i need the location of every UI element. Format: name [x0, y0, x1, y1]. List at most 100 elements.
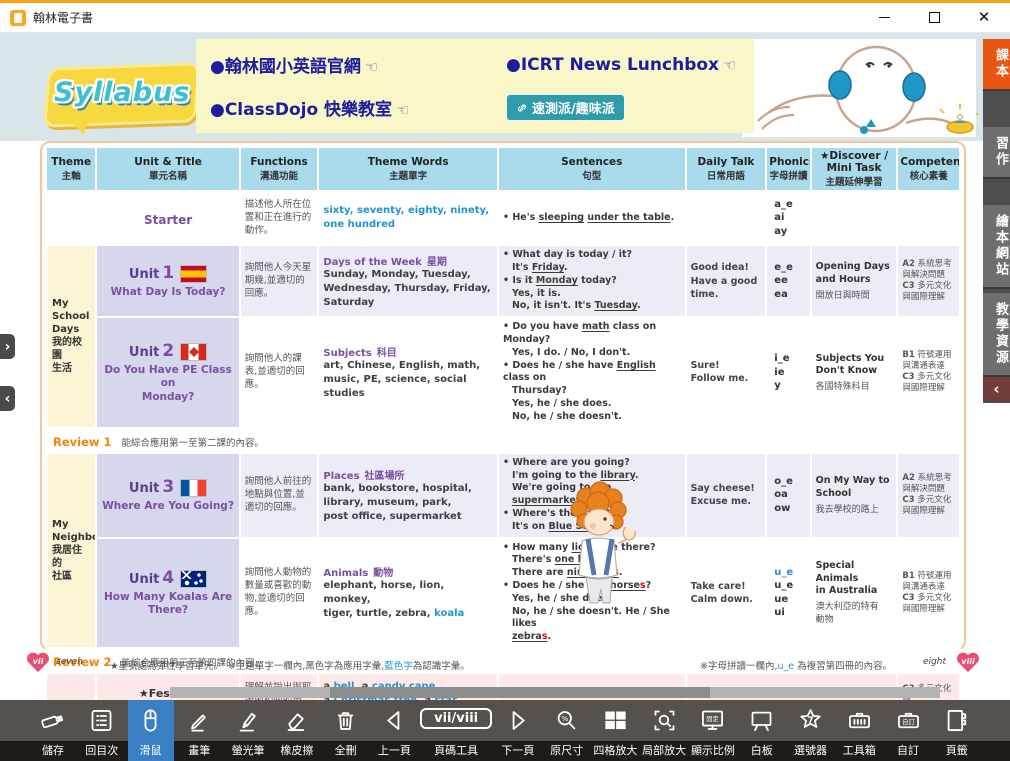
custom-icon: 自訂: [895, 707, 922, 734]
four-grid-zoom-button[interactable]: 四格放大: [592, 700, 638, 761]
sentences-cell: • What day is today / it?It's Friday.• I…: [498, 245, 686, 317]
daily-talk-cell: Take care! Calm down.: [686, 538, 767, 649]
pen-tool-button[interactable]: 畫筆: [176, 700, 222, 761]
phonics-cell: a_e ai ay: [766, 191, 810, 245]
boy-character-image: [552, 481, 644, 611]
number-picker-button[interactable]: 7選號器: [787, 700, 833, 761]
functions-cell: 詢問他人今天星期幾,並適切的回應。: [240, 245, 319, 317]
partial-zoom-button[interactable]: 局部放大: [641, 700, 687, 761]
phonics-cell: o_e oa ow: [766, 453, 810, 538]
whiteboard-button[interactable]: 白板: [739, 700, 785, 761]
page-indicator[interactable]: vii/viii: [420, 708, 492, 729]
sentences-cell: • He's sleeping under the table.: [498, 191, 686, 245]
next-page-button[interactable]: 下一頁: [495, 700, 541, 761]
unit-cell-2: Unit2Do You Have PE Class on Monday?: [96, 317, 239, 428]
clear-all-icon: [332, 707, 359, 734]
theme-group-cell: My School Days 我的校園 生活: [46, 245, 96, 428]
discover-cell: Subjects You Don't Know各國特殊科目: [811, 317, 898, 428]
footer-notes: vii seven ★星號處為彈性學習單元。 ※主題單字一欄內,黑色字為應用字彙…: [0, 653, 1010, 677]
toc-icon: [88, 707, 115, 734]
daily-talk-cell: Say cheese! Excuse me.: [686, 453, 767, 538]
review-row-cell: Review 1能綜合應用第一至第二課的內容。: [46, 428, 960, 453]
clear-all-button[interactable]: 全刪: [323, 700, 369, 761]
window-titlebar: 翰林電子書 ✕: [0, 3, 1010, 33]
unit-cell-1: Unit1What Day Is Today?: [96, 245, 239, 317]
page-tabs-button[interactable]: 頁籤: [934, 700, 980, 761]
robot-mascot-image: [748, 35, 978, 139]
four-grid-zoom-icon: [602, 707, 629, 734]
highlighter-tool-button[interactable]: 螢光筆: [225, 700, 271, 761]
mouse-tool-button[interactable]: 滑鼠: [128, 700, 174, 761]
expand-panel-button[interactable]: ›: [0, 334, 15, 359]
maximize-button[interactable]: [926, 10, 942, 26]
toolbox-icon: [846, 707, 873, 734]
partial-zoom-icon: [651, 707, 678, 734]
column-header-5: Sentences句型: [498, 147, 686, 191]
toc-button[interactable]: 回目次: [79, 700, 125, 761]
prev-page-button[interactable]: 上一頁: [371, 700, 417, 761]
pointer-hand-icon: ☜: [396, 101, 409, 119]
eraser-tool-button[interactable]: 橡皮擦: [274, 700, 320, 761]
quiz-link-button[interactable]: 速測派/趣味派: [506, 94, 625, 121]
side-tab-3[interactable]: 繪本網站: [983, 205, 1010, 289]
daily-talk-cell: [686, 191, 767, 245]
link-icrt-news-lunchbox[interactable]: ●ICRT News Lunchbox☜: [506, 55, 740, 75]
save-button[interactable]: 儲存: [30, 700, 76, 761]
functions-cell: 詢問他人前往的地點與位置,並適切的回應。: [240, 453, 319, 538]
theme-words-cell: Subjects科目art, Chinese, English, math, m…: [318, 317, 498, 428]
display-ratio-button[interactable]: 固定顯示比例: [690, 700, 736, 761]
discover-cell: [811, 191, 898, 245]
original-size-icon: %: [553, 707, 580, 734]
note-left: ★星號處為彈性學習單元。 ※主題單字一欄內,黑色字為應用字彙,藍色字為認識字彙。: [110, 658, 470, 672]
side-tab-1[interactable]: 課本: [983, 39, 1010, 91]
table-header-row: Theme主軸Unit & Title單元名稱Functions溝通功能Them…: [46, 147, 960, 191]
main-area: Syllabus ●翰林國小英語官網☜ ●ICRT News Lunchbox☜…: [0, 33, 1010, 700]
app-logo-icon: [10, 10, 26, 26]
table-row-1: Starter描述他人所在位置和正在進行的動作。sixty, seventy, …: [46, 191, 960, 245]
window-title: 翰林電子書: [33, 9, 876, 26]
table-row-2: My School Days 我的校園 生活Unit1What Day Is T…: [46, 245, 960, 317]
pointer-hand-icon: ☜: [365, 58, 378, 76]
scrollbar-thumb[interactable]: [330, 687, 710, 698]
side-tabs-collapse-button[interactable]: ‹: [983, 377, 1010, 401]
svg-text:7: 7: [808, 715, 814, 725]
minimize-button[interactable]: [876, 10, 892, 26]
page-number-tool[interactable]: vii/viii頁碼工具: [420, 700, 492, 761]
page-heart-left: vii: [26, 653, 50, 674]
original-size-button[interactable]: %原尺寸: [544, 700, 590, 761]
close-button[interactable]: ✕: [976, 10, 992, 26]
discover-cell: Special Animals in Australia澳大利亞的特有 動物: [811, 538, 898, 649]
ebook-app-window: 翰林電子書 ✕ Syllabus: [0, 0, 1010, 761]
side-tab-4[interactable]: 教學資源: [983, 293, 1010, 377]
collapse-panel-button[interactable]: ‹: [0, 386, 15, 411]
page-word-left: seven: [56, 657, 83, 667]
discover-cell: Opening Days and Hours開放日與時間: [811, 245, 898, 317]
unit-cell-starter: Starter: [96, 191, 239, 245]
competency-cell: B1 符號運用 與溝通表達C3 多元文化 與國際理解: [897, 538, 960, 649]
link-classdojo[interactable]: ●ClassDojo 快樂教室☜: [210, 95, 506, 120]
page-tabs-icon: [943, 707, 970, 734]
toolbox-button[interactable]: 工具箱: [836, 700, 882, 761]
discover-cell: On My Way to School我去學校的路上: [811, 453, 898, 538]
side-tab-2[interactable]: 習作: [983, 127, 1010, 179]
france-flag-icon: [180, 479, 207, 497]
phonics-cell: e_e ee ea: [766, 245, 810, 317]
syllabus-table: Theme主軸Unit & Title單元名稱Functions溝通功能Them…: [45, 146, 961, 730]
display-ratio-icon: 固定: [699, 707, 726, 734]
next-page-icon: [504, 707, 531, 734]
save-icon: [40, 707, 67, 734]
theme-words-cell: Animals動物elephant, horse, lion, monkey, …: [318, 538, 498, 649]
pointer-hand-icon: ☜: [723, 56, 736, 74]
functions-cell: 詢問他人動物的數量或喜歡的動物,並適切的回應。: [240, 538, 319, 649]
custom-button[interactable]: 自訂自訂: [885, 700, 931, 761]
column-header-8: ★Discover / Mini Task主題延伸學習: [811, 147, 898, 191]
right-tab-rail: 課本習作繪本網站教學資源‹: [983, 39, 1010, 403]
column-header-1: Theme主軸: [46, 147, 96, 191]
theme-words-cell: Days of the Week星期Sunday, Monday, Tuesda…: [318, 245, 498, 317]
highlighter-tool-icon: [235, 707, 262, 734]
link-hanlin-english-site[interactable]: ●翰林國小英語官網☜: [210, 52, 506, 77]
column-header-4: Theme Words主題單字: [318, 147, 498, 191]
spain-flag-icon: [180, 265, 207, 283]
syllabus-page: Theme主軸Unit & Title單元名稱Functions溝通功能Them…: [40, 141, 966, 651]
theme-group-cell: My Neighborhood 我居住的 社區: [46, 453, 96, 648]
